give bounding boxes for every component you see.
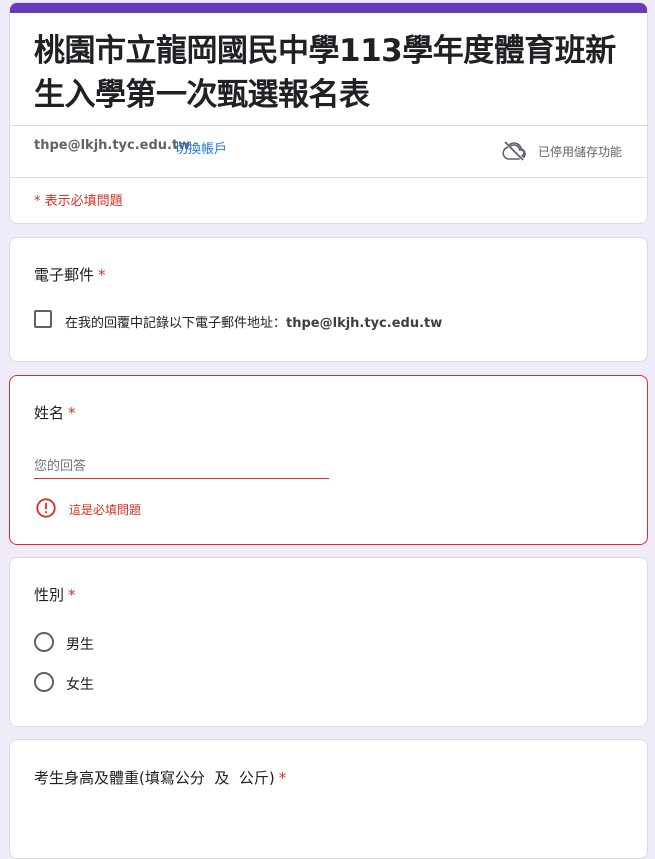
record-email-address: thpe@lkjh.tyc.edu.tw [286,316,443,331]
required-star: * [98,266,106,284]
record-email-label: 在我的回覆中記錄以下電子郵件地址：thpe@lkjh.tyc.edu.tw [65,312,442,331]
divider [10,125,647,126]
question-title-text: 姓名 [34,404,65,422]
question-title: 電子郵件 * [34,264,106,285]
question-title-text: 性別 [34,586,65,604]
account-email: thpe@lkjh.tyc.edu.tw [34,138,191,153]
question-gender: 性別 * 男生 女生 [9,557,648,727]
question-title-text: 電子郵件 [34,266,95,284]
question-title-text: 考生身高及體重(填寫公分 及 公斤) [34,769,275,787]
required-star: * [68,404,76,422]
radio-label-male[interactable]: 男生 [66,634,94,654]
error-icon [36,498,56,518]
record-email-checkbox[interactable] [34,310,52,328]
question-height-weight: 考生身高及體重(填寫公分 及 公斤) * [9,739,648,859]
cloud-off-icon [502,141,526,161]
required-error: 這是必填問題 [69,503,142,517]
form-header-card: 桃園市立龍岡國民中學113學年度體育班新生入學第一次甄選報名表 thpe@lkj… [9,2,648,224]
question-title: 性別 * [34,584,76,605]
radio-label-female[interactable]: 女生 [66,674,94,694]
radio-male[interactable] [34,632,54,652]
form-title: 桃園市立龍岡國民中學113學年度體育班新生入學第一次甄選報名表 [34,33,616,113]
question-name: 姓名* 這是必填問題 [9,375,648,545]
required-note: * 表示必填問題 [34,194,123,209]
switch-account-link[interactable]: 切換帳戶 [175,138,227,157]
record-email-text: 在我的回覆中記錄以下電子郵件地址： [65,316,287,331]
required-star: * [68,586,76,604]
accent-bar [10,3,647,13]
question-email: 電子郵件 * 在我的回覆中記錄以下電子郵件地址：thpe@lkjh.tyc.edu… [9,237,648,362]
question-title: 姓名 * [34,402,76,423]
saving-status: 已停用儲存功能 [538,145,623,159]
name-input[interactable] [34,454,329,479]
required-star: * [278,769,287,787]
divider [10,177,647,178]
question-title: 考生身高及體重(填寫公分 及 公斤) * [34,767,286,788]
radio-female[interactable] [34,672,54,692]
